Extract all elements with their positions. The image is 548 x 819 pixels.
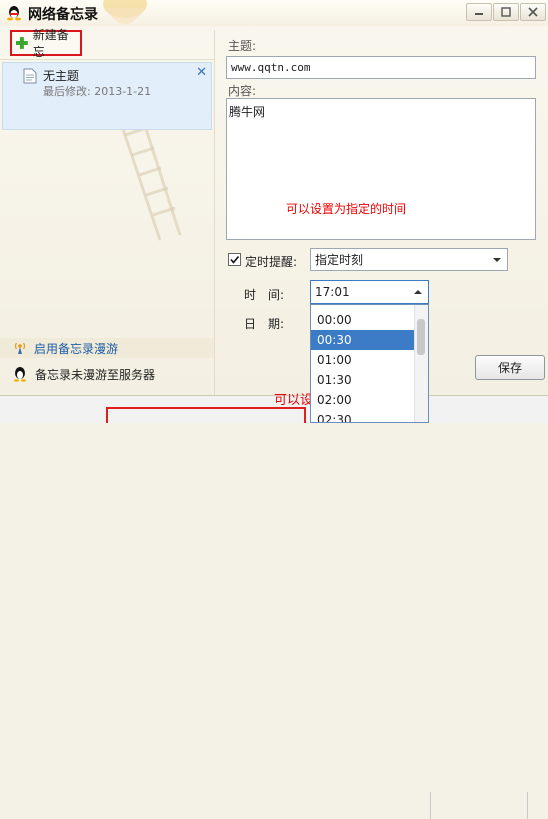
- time-option[interactable]: 02:00: [311, 390, 415, 410]
- qq-logo-icon: [7, 6, 21, 21]
- time-option[interactable]: 02:30: [311, 410, 415, 422]
- checkmark-icon: [230, 255, 240, 264]
- reminder-type-select[interactable]: 指定时刻: [310, 248, 508, 271]
- time-option[interactable]: 00:00: [311, 310, 415, 330]
- time-label: 时 间:: [244, 288, 285, 302]
- broadcast-icon: [14, 342, 26, 354]
- new-note-label: 新建备忘: [32, 28, 69, 59]
- note-title: 无主题: [43, 69, 80, 83]
- close-icon: [528, 7, 538, 17]
- time-option[interactable]: 00:30: [311, 330, 415, 350]
- roaming-status-label: 备忘录未漫游至服务器: [35, 367, 156, 382]
- dropdown-scrollbar[interactable]: [414, 305, 428, 422]
- content-textarea[interactable]: 腾牛网: [226, 98, 536, 240]
- plus-icon: [15, 37, 28, 49]
- reminder-checkbox[interactable]: [228, 253, 241, 266]
- delete-note-icon[interactable]: ✕: [196, 65, 207, 80]
- subject-label: 主题:: [228, 39, 257, 53]
- reminder-label: 定时提醒:: [245, 255, 298, 269]
- close-button[interactable]: [520, 3, 546, 21]
- date-label: 日 期:: [244, 317, 285, 331]
- note-list-item[interactable]: 无主题 最后修改: 2013-1-21 ✕: [2, 62, 212, 130]
- subject-input[interactable]: www.qqtn.com: [226, 56, 536, 79]
- maximize-icon: [501, 7, 511, 17]
- enable-roaming-link[interactable]: 启用备忘录漫游: [0, 338, 214, 358]
- chevron-up-icon: [414, 290, 422, 294]
- content-text: 腾牛网: [229, 105, 266, 119]
- time-value: 17:01: [315, 285, 350, 299]
- content-label: 内容:: [228, 84, 257, 98]
- minimize-icon: [475, 13, 483, 15]
- note-modified-date: 最后修改: 2013-1-21: [43, 85, 152, 98]
- annotation-text: 可以设置为指定的时间: [286, 202, 407, 216]
- enable-roaming-label: 启用备忘录漫游: [34, 341, 119, 356]
- background-highlight-box: [106, 407, 306, 423]
- document-icon: [23, 68, 37, 84]
- minimize-button[interactable]: [466, 3, 492, 21]
- new-note-button[interactable]: 新建备忘: [10, 28, 82, 59]
- maximize-button[interactable]: [493, 3, 519, 21]
- scrollbar-thumb[interactable]: [417, 319, 425, 355]
- save-button[interactable]: 保存: [475, 355, 545, 380]
- background-divider: [527, 792, 528, 819]
- time-dropdown-list[interactable]: 00:00 00:30 01:00 01:30 02:00 02:30: [310, 304, 429, 423]
- save-label: 保存: [497, 361, 522, 375]
- time-select[interactable]: 17:01: [310, 280, 429, 304]
- time-option[interactable]: 01:00: [311, 350, 415, 370]
- background-divider: [430, 792, 431, 819]
- sidebar-divider: [0, 59, 214, 60]
- roaming-status: 备忘录未漫游至服务器: [0, 361, 214, 387]
- background-annotation: 可以设: [274, 393, 314, 408]
- memo-window: 网络备忘录 新建备忘 无主题 最后修改: 2013-1-21 ✕ 启用备忘录漫游…: [0, 0, 548, 396]
- chevron-down-icon: [493, 258, 501, 262]
- qq-penguin-icon: [14, 367, 26, 382]
- time-option[interactable]: 01:30: [311, 370, 415, 390]
- reminder-type-value: 指定时刻: [315, 253, 364, 267]
- sidebar: 新建备忘 无主题 最后修改: 2013-1-21 ✕ 启用备忘录漫游 备忘录未漫…: [0, 28, 215, 395]
